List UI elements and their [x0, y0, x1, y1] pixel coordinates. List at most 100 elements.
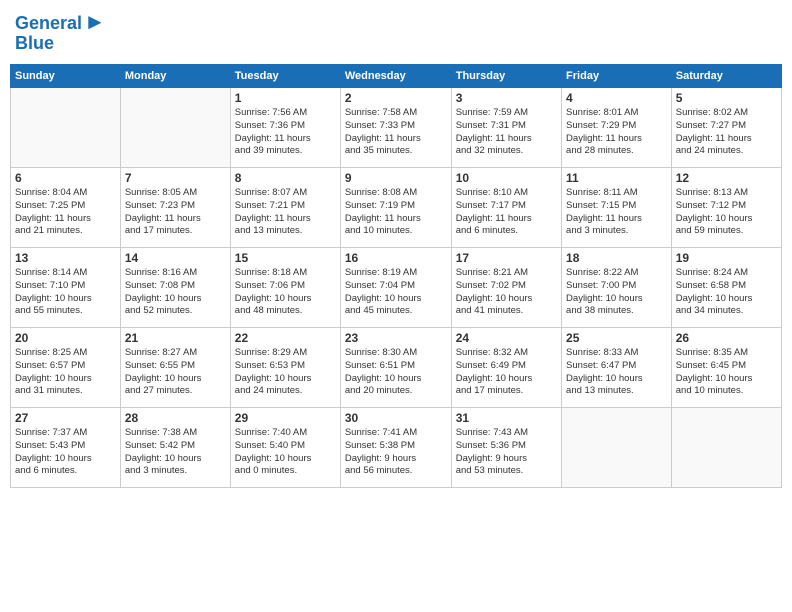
calendar-cell: 22 Sunrise: 8:29 AM Sunset: 6:53 PM Dayli…: [230, 327, 340, 407]
day-number: 25: [566, 331, 667, 345]
day-number: 1: [235, 91, 336, 105]
day-info: Sunrise: 8:01 AM Sunset: 7:29 PM Dayligh…: [566, 107, 667, 158]
day-info: Sunrise: 7:58 AM Sunset: 7:33 PM Dayligh…: [345, 107, 447, 158]
calendar-cell: 27 Sunrise: 7:37 AM Sunset: 5:43 PM Dayli…: [11, 407, 121, 487]
day-info: Sunrise: 8:24 AM Sunset: 6:58 PM Dayligh…: [676, 267, 777, 318]
day-info: Sunrise: 8:21 AM Sunset: 7:02 PM Dayligh…: [456, 267, 557, 318]
calendar-cell: 23 Sunrise: 8:30 AM Sunset: 6:51 PM Dayli…: [340, 327, 451, 407]
calendar-cell: 29 Sunrise: 7:40 AM Sunset: 5:40 PM Dayli…: [230, 407, 340, 487]
day-info: Sunrise: 7:37 AM Sunset: 5:43 PM Dayligh…: [15, 427, 116, 478]
day-info: Sunrise: 7:40 AM Sunset: 5:40 PM Dayligh…: [235, 427, 336, 478]
day-number: 2: [345, 91, 447, 105]
day-number: 24: [456, 331, 557, 345]
calendar-cell: [11, 87, 121, 167]
calendar-cell: 28 Sunrise: 7:38 AM Sunset: 5:42 PM Dayli…: [120, 407, 230, 487]
day-info: Sunrise: 8:07 AM Sunset: 7:21 PM Dayligh…: [235, 187, 336, 238]
day-info: Sunrise: 8:33 AM Sunset: 6:47 PM Dayligh…: [566, 347, 667, 398]
calendar-cell: 8 Sunrise: 8:07 AM Sunset: 7:21 PM Daylig…: [230, 167, 340, 247]
day-info: Sunrise: 8:18 AM Sunset: 7:06 PM Dayligh…: [235, 267, 336, 318]
logo-bird-icon: ►: [84, 9, 106, 34]
day-number: 21: [125, 331, 226, 345]
day-info: Sunrise: 8:22 AM Sunset: 7:00 PM Dayligh…: [566, 267, 667, 318]
day-number: 5: [676, 91, 777, 105]
day-info: Sunrise: 8:27 AM Sunset: 6:55 PM Dayligh…: [125, 347, 226, 398]
weekday-header-friday: Friday: [562, 64, 672, 87]
calendar-cell: 9 Sunrise: 8:08 AM Sunset: 7:19 PM Daylig…: [340, 167, 451, 247]
calendar-cell: 10 Sunrise: 8:10 AM Sunset: 7:17 PM Dayli…: [451, 167, 561, 247]
day-number: 22: [235, 331, 336, 345]
calendar-cell: 15 Sunrise: 8:18 AM Sunset: 7:06 PM Dayli…: [230, 247, 340, 327]
calendar-cell: 12Sunrise: 8:13 AM Sunset: 7:12 PM Dayli…: [671, 167, 781, 247]
calendar-cell: 16Sunrise: 8:19 AM Sunset: 7:04 PM Dayli…: [340, 247, 451, 327]
weekday-header-monday: Monday: [120, 64, 230, 87]
day-info: Sunrise: 8:30 AM Sunset: 6:51 PM Dayligh…: [345, 347, 447, 398]
logo-general: General: [15, 13, 82, 33]
page-header: General► Blue: [10, 10, 782, 54]
day-number: 17: [456, 251, 557, 265]
day-number: 7: [125, 171, 226, 185]
calendar-cell: 21 Sunrise: 8:27 AM Sunset: 6:55 PM Dayli…: [120, 327, 230, 407]
calendar-cell: 20Sunrise: 8:25 AM Sunset: 6:57 PM Dayli…: [11, 327, 121, 407]
day-info: Sunrise: 8:11 AM Sunset: 7:15 PM Dayligh…: [566, 187, 667, 238]
day-number: 30: [345, 411, 447, 425]
day-info: Sunrise: 7:38 AM Sunset: 5:42 PM Dayligh…: [125, 427, 226, 478]
day-info: Sunrise: 8:02 AM Sunset: 7:27 PM Dayligh…: [676, 107, 777, 158]
calendar-week-4: 20Sunrise: 8:25 AM Sunset: 6:57 PM Dayli…: [11, 327, 782, 407]
day-info: Sunrise: 8:05 AM Sunset: 7:23 PM Dayligh…: [125, 187, 226, 238]
calendar-cell: 4 Sunrise: 8:01 AM Sunset: 7:29 PM Daylig…: [562, 87, 672, 167]
calendar-cell: 26Sunrise: 8:35 AM Sunset: 6:45 PM Dayli…: [671, 327, 781, 407]
calendar-cell: 7 Sunrise: 8:05 AM Sunset: 7:23 PM Daylig…: [120, 167, 230, 247]
calendar-week-5: 27 Sunrise: 7:37 AM Sunset: 5:43 PM Dayli…: [11, 407, 782, 487]
calendar-cell: 30 Sunrise: 7:41 AM Sunset: 5:38 PM Dayli…: [340, 407, 451, 487]
day-info: Sunrise: 8:19 AM Sunset: 7:04 PM Dayligh…: [345, 267, 447, 318]
day-number: 28: [125, 411, 226, 425]
day-number: 11: [566, 171, 667, 185]
day-number: 19: [676, 251, 777, 265]
day-info: Sunrise: 8:14 AM Sunset: 7:10 PM Dayligh…: [15, 267, 116, 318]
day-number: 3: [456, 91, 557, 105]
day-number: 18: [566, 251, 667, 265]
calendar-cell: [671, 407, 781, 487]
day-info: Sunrise: 7:56 AM Sunset: 7:36 PM Dayligh…: [235, 107, 336, 158]
calendar-cell: 14 Sunrise: 8:16 AM Sunset: 7:08 PM Dayli…: [120, 247, 230, 327]
day-number: 15: [235, 251, 336, 265]
calendar-cell: [562, 407, 672, 487]
day-number: 13: [15, 251, 116, 265]
weekday-header-saturday: Saturday: [671, 64, 781, 87]
day-info: Sunrise: 8:10 AM Sunset: 7:17 PM Dayligh…: [456, 187, 557, 238]
weekday-header-thursday: Thursday: [451, 64, 561, 87]
calendar-cell: 1 Sunrise: 7:56 AM Sunset: 7:36 PM Daylig…: [230, 87, 340, 167]
weekday-header-sunday: Sunday: [11, 64, 121, 87]
logo: General► Blue: [15, 10, 106, 54]
calendar-cell: 25 Sunrise: 8:33 AM Sunset: 6:47 PM Dayli…: [562, 327, 672, 407]
calendar-week-2: 6Sunrise: 8:04 AM Sunset: 7:25 PM Daylig…: [11, 167, 782, 247]
day-number: 8: [235, 171, 336, 185]
weekday-header-row: SundayMondayTuesdayWednesdayThursdayFrid…: [11, 64, 782, 87]
day-number: 29: [235, 411, 336, 425]
calendar-week-1: 1 Sunrise: 7:56 AM Sunset: 7:36 PM Daylig…: [11, 87, 782, 167]
day-info: Sunrise: 7:43 AM Sunset: 5:36 PM Dayligh…: [456, 427, 557, 478]
calendar-cell: 2 Sunrise: 7:58 AM Sunset: 7:33 PM Daylig…: [340, 87, 451, 167]
calendar-cell: 31Sunrise: 7:43 AM Sunset: 5:36 PM Dayli…: [451, 407, 561, 487]
day-info: Sunrise: 7:41 AM Sunset: 5:38 PM Dayligh…: [345, 427, 447, 478]
day-number: 4: [566, 91, 667, 105]
day-number: 23: [345, 331, 447, 345]
calendar-cell: 13 Sunrise: 8:14 AM Sunset: 7:10 PM Dayli…: [11, 247, 121, 327]
day-number: 9: [345, 171, 447, 185]
day-number: 12: [676, 171, 777, 185]
weekday-header-wednesday: Wednesday: [340, 64, 451, 87]
day-number: 26: [676, 331, 777, 345]
day-info: Sunrise: 7:59 AM Sunset: 7:31 PM Dayligh…: [456, 107, 557, 158]
logo-blue: Blue: [15, 33, 54, 53]
calendar-cell: 24Sunrise: 8:32 AM Sunset: 6:49 PM Dayli…: [451, 327, 561, 407]
day-info: Sunrise: 8:08 AM Sunset: 7:19 PM Dayligh…: [345, 187, 447, 238]
calendar-cell: 3 Sunrise: 7:59 AM Sunset: 7:31 PM Daylig…: [451, 87, 561, 167]
day-number: 14: [125, 251, 226, 265]
day-number: 6: [15, 171, 116, 185]
day-number: 27: [15, 411, 116, 425]
calendar-week-3: 13 Sunrise: 8:14 AM Sunset: 7:10 PM Dayli…: [11, 247, 782, 327]
day-info: Sunrise: 8:16 AM Sunset: 7:08 PM Dayligh…: [125, 267, 226, 318]
day-number: 10: [456, 171, 557, 185]
calendar-cell: 18 Sunrise: 8:22 AM Sunset: 7:00 PM Dayli…: [562, 247, 672, 327]
day-info: Sunrise: 8:29 AM Sunset: 6:53 PM Dayligh…: [235, 347, 336, 398]
